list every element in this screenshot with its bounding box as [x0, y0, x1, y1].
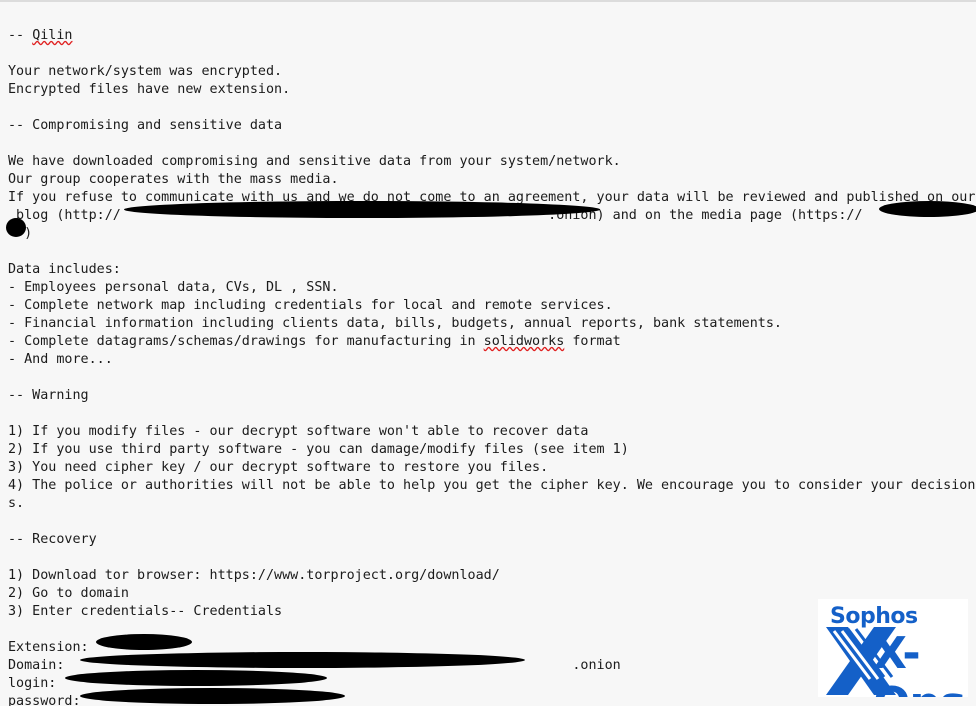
spellcheck-misspelled-word: solidworks [483, 334, 565, 350]
note-line: -- Qilin [8, 28, 73, 44]
x-ops-product-text: X-Ops [873, 628, 966, 698]
note-line: - Complete network map including credent… [8, 298, 613, 314]
note-line: 2) If you use third party software - you… [8, 442, 629, 458]
note-line: - Employees personal data, CVs, DL , SSN… [8, 280, 339, 296]
note-line: 1) Download tor browser: https://www.tor… [8, 568, 500, 584]
note-line: We have downloaded compromising and sens… [8, 154, 621, 170]
note-line: -- Compromising and sensitive data [8, 118, 283, 134]
note-line [8, 369, 976, 387]
note-line [8, 99, 976, 117]
note-line [8, 45, 976, 63]
note-line: 1) If you modify files - our decrypt sof… [8, 424, 589, 440]
note-line: -- Recovery [8, 532, 97, 548]
spellcheck-misspelled-word: Qilin [32, 28, 73, 44]
ransom-note-page: -- Qilin Your network/system was encrypt… [0, 0, 976, 706]
note-line: s. [8, 496, 25, 512]
note-line [8, 549, 976, 567]
note-line: ) [8, 226, 33, 242]
note-line: - And more... [8, 352, 113, 368]
note-line: Our group cooperates with the mass media… [8, 172, 339, 188]
note-line [8, 243, 976, 261]
note-line: 4) The police or authorities will not be… [8, 478, 976, 494]
note-line [8, 405, 976, 423]
note-line: If you refuse to communicate with us and… [8, 190, 976, 206]
note-line: - Complete datagrams/schemas/drawings fo… [8, 334, 621, 350]
note-line [8, 513, 976, 531]
sophos-x-ops-logo: Sophos X-Ops [818, 599, 968, 697]
note-line: Data includes: [8, 262, 121, 278]
note-line: 3) You need cipher key / our decrypt sof… [8, 460, 549, 476]
note-line: - Financial information including client… [8, 316, 782, 332]
note-line [8, 135, 976, 153]
note-line: Encrypted files have new extension. [8, 82, 291, 98]
note-line: blog (http:// .onion) and on the media p… [8, 208, 863, 224]
note-line: -- Warning [8, 388, 89, 404]
note-line: Your network/system was encrypted. [8, 64, 283, 80]
